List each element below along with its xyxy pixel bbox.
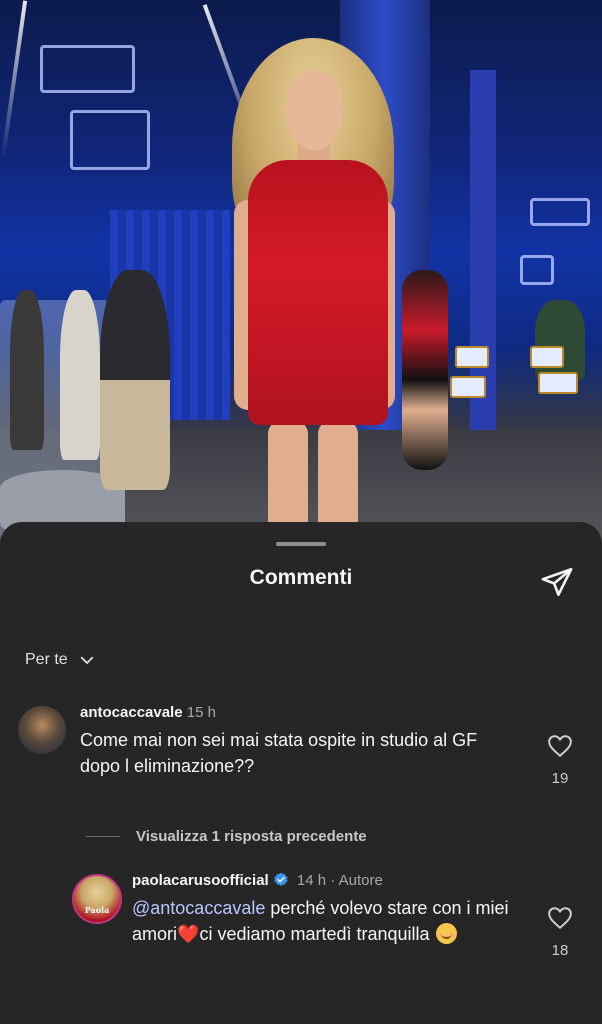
comment-header: antocaccavale 15 h <box>80 704 520 721</box>
red-heart-emoji: ❤️ <box>177 924 200 944</box>
mention-link[interactable]: @antocaccavale <box>132 898 265 918</box>
author-badge: Autore <box>338 872 383 889</box>
avatar[interactable]: Paola <box>72 874 122 924</box>
contestant-sign <box>450 376 486 398</box>
woman-face <box>285 70 343 150</box>
divider <box>86 836 120 837</box>
reply-header: paolacarusoofficial 14 h · Autore <box>132 872 532 889</box>
reply-username[interactable]: paolacarusoofficial <box>132 872 269 889</box>
chevron-down-icon <box>80 656 93 664</box>
smiling-face-emoji <box>435 923 457 944</box>
drag-handle[interactable] <box>276 542 326 546</box>
post-photo <box>0 0 602 560</box>
sheet-title: Commenti <box>249 566 353 589</box>
like-button[interactable]: 18 <box>540 906 580 959</box>
reply-time: 14 h <box>296 872 327 889</box>
contestant-sign <box>455 346 489 368</box>
reply-text-part: ci vediamo martedì tranquilla <box>199 924 430 944</box>
arrow-sign <box>40 45 135 93</box>
comment-username[interactable]: antocaccavale <box>80 704 183 721</box>
heart-outline-icon <box>548 907 572 930</box>
background-person <box>10 290 44 450</box>
background-woman <box>402 270 448 470</box>
contestant-sign <box>530 346 564 368</box>
heart-outline-icon <box>548 735 572 758</box>
comments-sheet: Commenti Per te antocaccavale 15 h Come … <box>0 522 602 1024</box>
comment-time: 15 h <box>186 704 216 721</box>
background-person <box>60 290 100 460</box>
view-replies-label: Visualizza 1 risposta precedente <box>136 828 367 845</box>
reply-item: Paola paolacarusoofficial 14 h · Autore … <box>72 872 532 947</box>
arrow-sign <box>70 110 150 170</box>
arrow-sign <box>530 198 590 226</box>
verified-badge-icon <box>274 872 288 886</box>
meta-separator: · <box>330 872 336 889</box>
like-count: 19 <box>551 770 569 787</box>
arrow-sign <box>520 255 554 285</box>
view-replies-button[interactable]: Visualizza 1 risposta precedente <box>86 828 367 845</box>
background-person <box>535 300 585 380</box>
contestant-sign <box>538 372 578 394</box>
red-dress <box>248 160 388 425</box>
sort-filter[interactable]: Per te <box>25 651 96 669</box>
comment-item: antocaccavale 15 h Come mai non sei mai … <box>18 704 520 779</box>
like-button[interactable]: 19 <box>540 734 580 787</box>
stage-light <box>0 0 28 160</box>
avatar[interactable] <box>18 706 66 754</box>
paper-plane-icon <box>541 567 573 597</box>
comment-text: Come mai non sei mai stata ospite in stu… <box>80 730 478 776</box>
background-person <box>100 270 170 490</box>
reply-text: @antocaccavale perché volevo stare con i… <box>132 895 532 947</box>
filter-label: Per te <box>25 651 68 668</box>
avatar-label: Paola <box>84 905 110 915</box>
share-button[interactable] <box>537 562 577 602</box>
like-count: 18 <box>551 942 569 959</box>
